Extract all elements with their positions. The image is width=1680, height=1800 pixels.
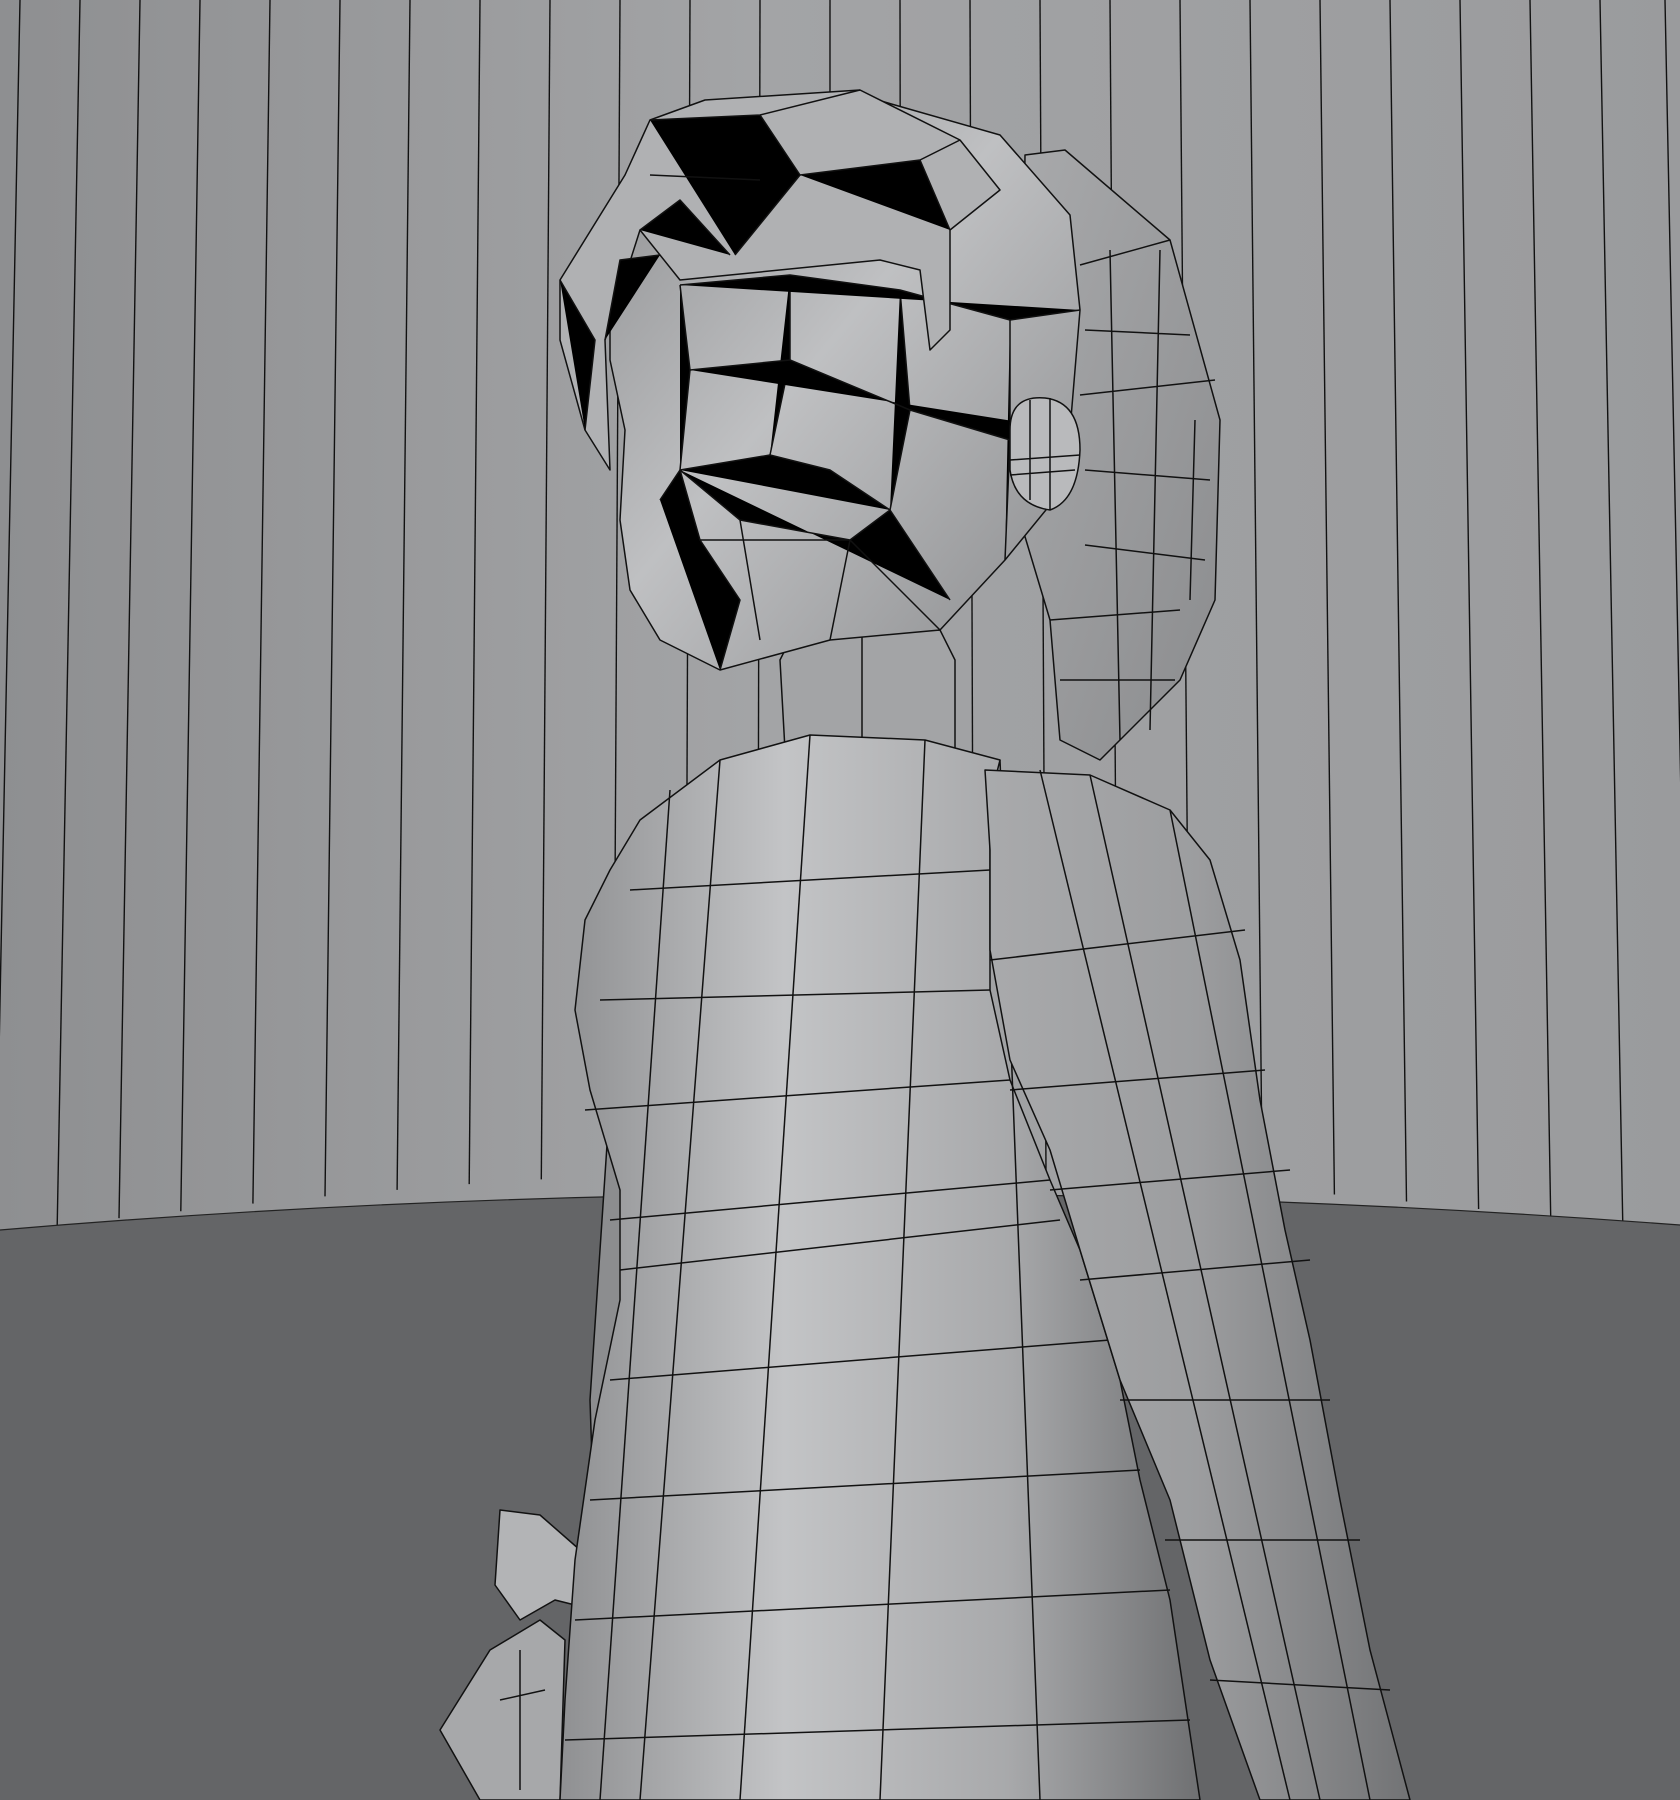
neck [779,629,956,751]
ear [1009,397,1081,511]
viewport-render [0,0,1680,1800]
3d-viewport[interactable] [0,0,1680,1800]
